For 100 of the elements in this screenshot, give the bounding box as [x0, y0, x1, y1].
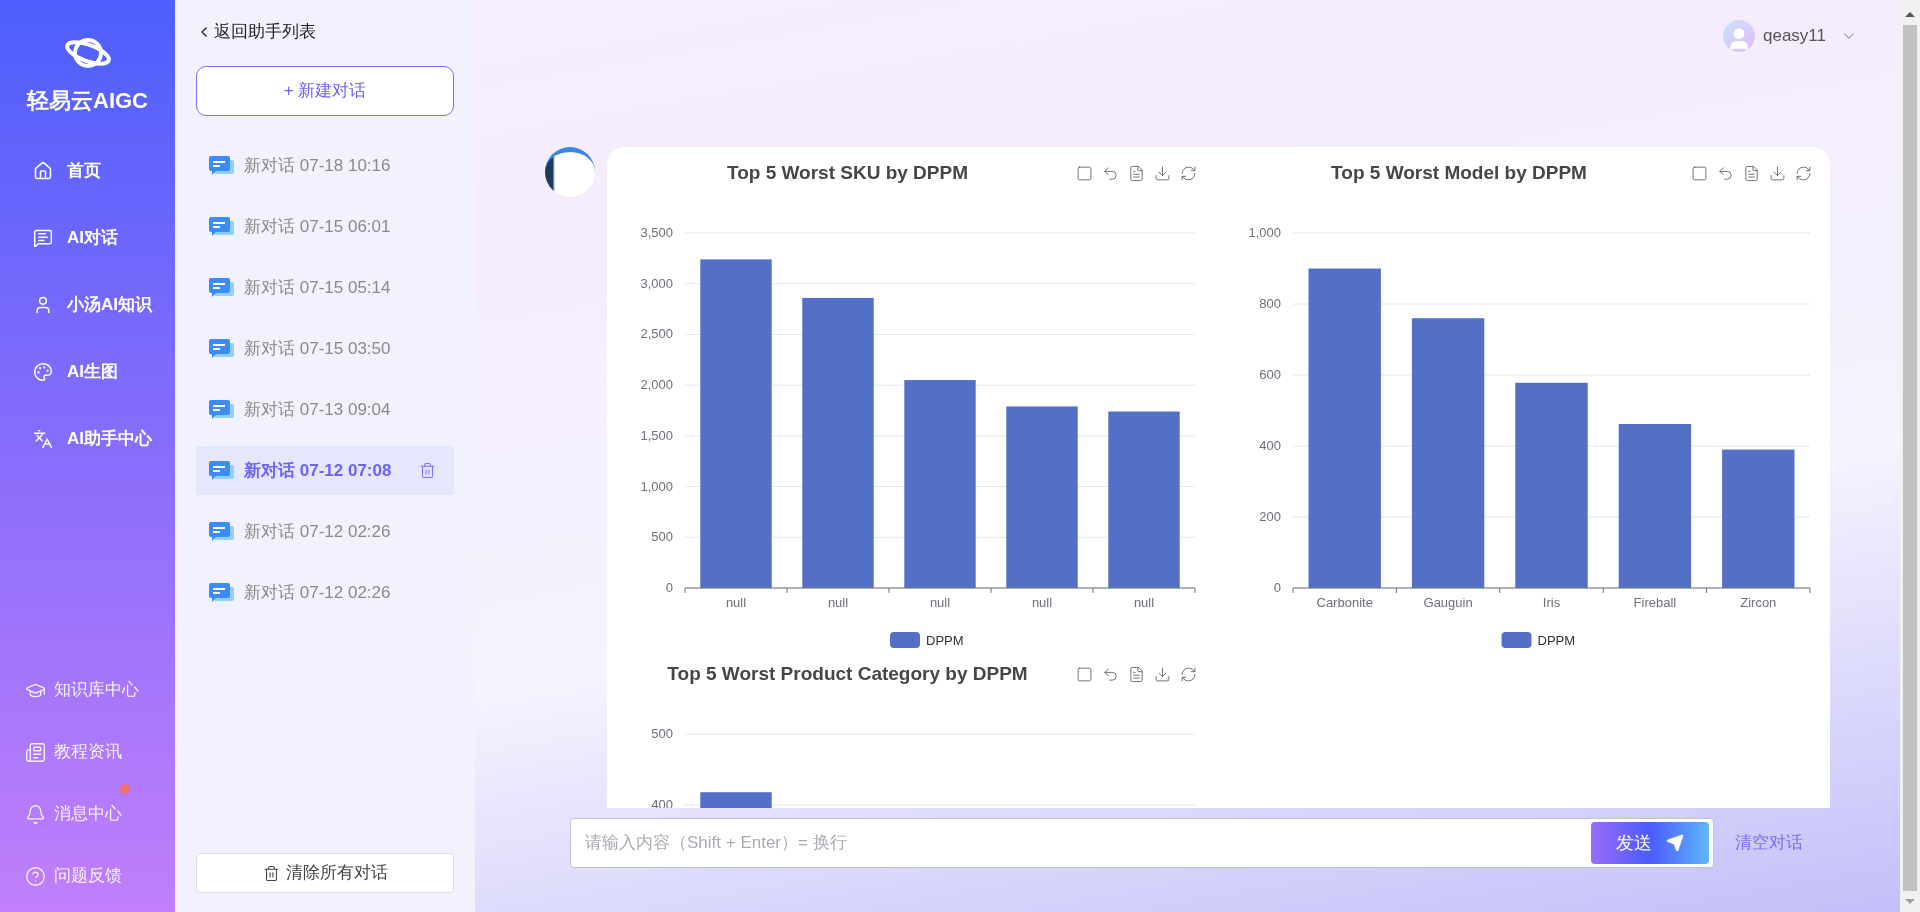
chat-history-item[interactable]: 新对话 07-12 02:26 [196, 568, 454, 617]
chat-bubble-icon [208, 398, 234, 421]
document-icon[interactable] [1128, 164, 1145, 182]
y-tick-label: 3,000 [640, 275, 673, 291]
zoom-icon[interactable] [1076, 665, 1093, 683]
palette-icon [33, 362, 53, 382]
chat-title: 新对话 07-12 02:26 [244, 581, 391, 604]
x-tick-label: Iris [1542, 595, 1561, 610]
chat-bubble-icon [208, 520, 234, 543]
home-icon [33, 161, 53, 181]
newspaper-icon [25, 741, 46, 763]
chat-title: 新对话 07-15 05:14 [244, 276, 391, 299]
back-link[interactable]: 返回助手列表 [196, 20, 454, 44]
chat-bubble-icon [208, 154, 234, 177]
paper-plane-icon [1666, 834, 1684, 852]
chat-icon [33, 228, 53, 248]
legend-swatch[interactable] [1501, 632, 1532, 648]
scrollbar[interactable] [1900, 0, 1920, 912]
refresh-icon[interactable] [1795, 164, 1812, 182]
undo-icon[interactable] [1102, 665, 1119, 683]
bell-icon [25, 803, 46, 825]
y-tick-label: 1,000 [640, 478, 673, 494]
clear-chat-link[interactable]: 清空对话 [1735, 830, 1803, 856]
chat-history-item[interactable]: 新对话 07-12 02:26 [196, 507, 454, 556]
chat-title: 新对话 07-18 10:16 [244, 154, 391, 177]
zoom-icon[interactable] [1076, 164, 1093, 182]
y-tick-label: 500 [651, 529, 673, 545]
x-tick-label: null [929, 595, 951, 610]
translate-icon [33, 429, 53, 449]
download-icon[interactable] [1154, 164, 1171, 182]
chart-title: Top 5 Worst SKU by DPPM [726, 160, 968, 185]
y-tick-label: 2,000 [640, 377, 673, 393]
nav-item[interactable]: AI生图 [33, 354, 175, 390]
nav-item[interactable]: 首页 [33, 153, 175, 189]
username[interactable]: qeasy11 [1763, 23, 1826, 49]
legend-label[interactable]: DPPM [926, 633, 964, 648]
chat-title: 新对话 07-15 06:01 [244, 215, 391, 238]
refresh-icon[interactable] [1180, 164, 1197, 182]
new-chat-button[interactable]: + 新建对话 [196, 66, 454, 116]
nav-item[interactable]: 教程资讯 [25, 734, 175, 770]
chat-history-item[interactable]: 新对话 07-13 09:04 [196, 385, 454, 434]
x-tick-label: Gauguin [1423, 595, 1473, 610]
nav-item[interactable]: 消息中心 [25, 796, 175, 832]
y-tick-label: 200 [1259, 509, 1281, 524]
x-tick-label: null [827, 595, 849, 610]
document-icon[interactable] [1743, 164, 1760, 182]
planet-logo-icon [62, 36, 113, 70]
y-tick-label: 0 [1273, 580, 1281, 595]
help-icon [25, 865, 46, 887]
legend-label[interactable]: DPPM [1537, 633, 1576, 648]
send-button[interactable]: 发送 [1591, 822, 1709, 864]
chat-bubble-icon [208, 276, 234, 299]
chat-history-item[interactable]: 新对话 07-12 07:08 [196, 446, 454, 495]
x-tick-label: null [1133, 595, 1155, 610]
chat-history-item[interactable]: 新对话 07-15 05:14 [196, 263, 454, 312]
nav-item[interactable]: AI助手中心 [33, 421, 175, 457]
download-icon[interactable] [1154, 665, 1171, 683]
nav-item[interactable]: AI对话 [33, 220, 175, 256]
y-tick-label: 600 [1259, 367, 1281, 382]
x-tick-label: Carbonite [1316, 595, 1373, 610]
chat-title: 新对话 07-15 03:50 [244, 337, 391, 360]
chat-bubble-icon [208, 459, 234, 482]
nav-item[interactable]: 知识库中心 [25, 672, 175, 708]
chat-bubble-icon [208, 215, 234, 238]
y-tick-label: 500 [651, 726, 673, 741]
undo-icon[interactable] [1102, 164, 1119, 182]
x-tick-label: null [725, 595, 747, 610]
chart-title: Top 5 Worst Product Category by DPPM [667, 661, 1028, 686]
legend-swatch[interactable] [890, 632, 920, 648]
chat-title: 新对话 07-13 09:04 [244, 398, 391, 421]
y-tick-label: 400 [1259, 438, 1281, 453]
chat-title: 新对话 07-12 02:26 [244, 520, 391, 543]
zoom-icon[interactable] [1691, 164, 1708, 182]
x-tick-label: Fireball [1633, 595, 1677, 610]
nav-item[interactable]: 小汤AI知识 [33, 287, 175, 323]
nav-item[interactable]: 问题反馈 [25, 858, 175, 894]
user-icon [33, 295, 53, 315]
y-tick-label: 1,500 [640, 427, 673, 443]
refresh-icon[interactable] [1180, 665, 1197, 683]
undo-icon[interactable] [1717, 164, 1734, 182]
chat-history-item[interactable]: 新对话 07-18 10:16 [196, 141, 454, 190]
chart-title: Top 5 Worst Model by DPPM [1331, 160, 1587, 185]
download-icon[interactable] [1769, 164, 1786, 182]
chat-bubble-icon [208, 337, 234, 360]
thumbnail-placeholder [545, 147, 595, 197]
document-icon[interactable] [1128, 665, 1145, 683]
x-tick-label: null [1031, 595, 1053, 610]
clear-all-button[interactable]: 清除所有对话 [196, 853, 454, 893]
y-tick-label: 2,500 [640, 326, 673, 342]
chat-history-item[interactable]: 新对话 07-15 03:50 [196, 324, 454, 373]
y-tick-label: 800 [1259, 296, 1281, 311]
x-tick-label: Zircon [1740, 595, 1777, 610]
chat-history-item[interactable]: 新对话 07-15 06:01 [196, 202, 454, 251]
chat-title: 新对话 07-12 07:08 [244, 459, 392, 482]
trash-icon [262, 864, 280, 882]
message-input[interactable]: 请输入内容（Shift + Enter）= 换行 发送 [570, 818, 1714, 868]
brand-name: 轻易云AIGC [27, 87, 148, 115]
y-tick-label: 1,000 [1248, 225, 1281, 240]
y-tick-label: 3,500 [640, 225, 673, 240]
delete-icon[interactable] [419, 462, 436, 479]
